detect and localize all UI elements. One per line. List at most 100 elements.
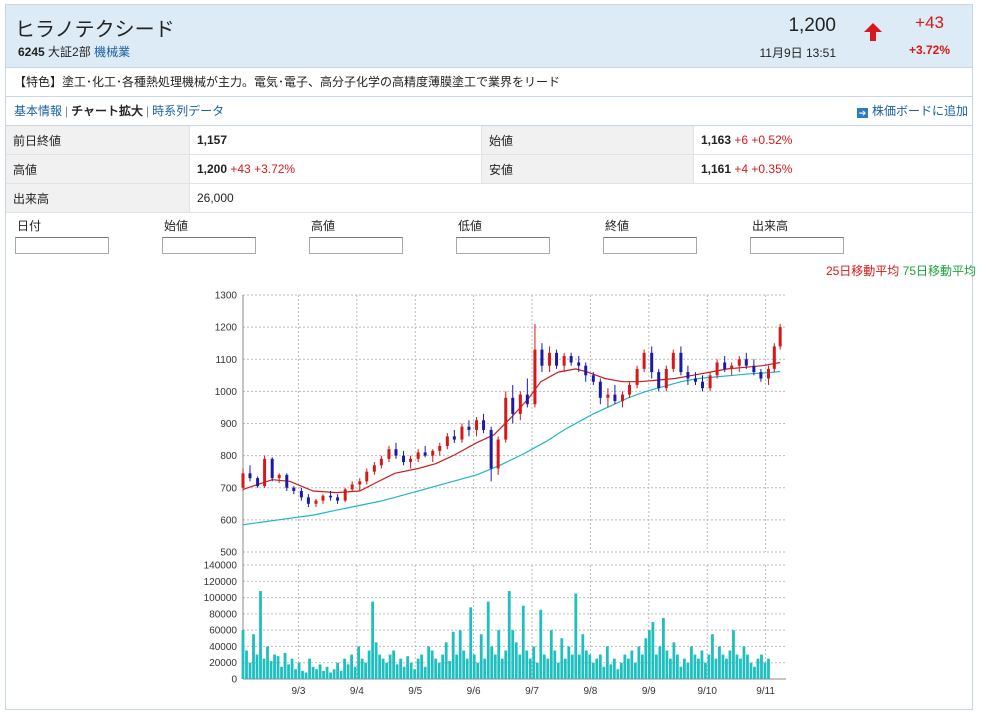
volume-bar — [301, 670, 304, 679]
volume-bar — [753, 666, 756, 679]
volume-bar — [626, 658, 630, 679]
candle-body — [416, 452, 420, 459]
volume-bar — [374, 642, 378, 679]
volume-bar — [280, 666, 283, 679]
candle-body — [256, 478, 260, 487]
volume-bar — [504, 650, 508, 679]
candle-body — [759, 372, 763, 379]
volume-bar — [616, 669, 620, 679]
volume-bar — [427, 646, 431, 679]
volume-bar — [767, 658, 770, 679]
candle-body — [270, 458, 274, 479]
candle-body — [533, 349, 537, 405]
volume-bar — [294, 669, 297, 679]
volume-bar — [602, 666, 606, 679]
candle-body — [423, 452, 427, 456]
candle-body — [467, 426, 471, 430]
volume-bar — [486, 601, 490, 679]
volume-tick-label: 60000 — [209, 626, 237, 637]
candle-body — [723, 362, 727, 369]
candle-body — [569, 356, 573, 363]
candle-body — [650, 352, 654, 373]
candle-body — [730, 365, 734, 369]
volume-bar — [357, 646, 361, 679]
volume-tick-label: 20000 — [209, 658, 237, 669]
candle-body — [336, 497, 340, 501]
volume-bar — [563, 658, 567, 679]
volume-bar — [591, 662, 595, 679]
volume-bar — [647, 630, 651, 679]
volume-tick-label: 140000 — [204, 561, 238, 572]
volume-bar — [336, 662, 339, 679]
volume-tick-label: 120000 — [204, 577, 238, 588]
volume-bar — [476, 662, 480, 679]
volume-bar — [668, 658, 672, 679]
volume-bar — [630, 650, 634, 679]
candle-body — [778, 327, 782, 347]
candle-body — [306, 497, 310, 504]
volume-bar — [525, 650, 529, 679]
candle-body — [409, 458, 413, 463]
volume-bar — [465, 658, 469, 679]
price-tick-label: 700 — [220, 483, 237, 494]
candle-body — [555, 352, 559, 366]
volume-bar — [500, 658, 504, 679]
volume-bar — [654, 654, 658, 679]
candle-body — [285, 474, 289, 488]
volume-bar — [763, 662, 767, 679]
candle-body — [504, 397, 508, 440]
volume-bar — [686, 662, 690, 679]
candle-body — [635, 368, 639, 385]
volume-bar — [679, 666, 683, 679]
candle-body — [606, 394, 610, 398]
volume-bar — [661, 617, 665, 679]
volume-bar — [619, 662, 623, 679]
candle-body — [482, 420, 486, 430]
volume-bar — [595, 658, 599, 679]
candle-body — [445, 436, 449, 446]
candle-body — [664, 368, 668, 389]
volume-bar — [406, 656, 410, 679]
volume-bar — [409, 662, 413, 679]
volume-bar — [332, 669, 336, 679]
volume-bar — [287, 664, 290, 679]
volume-bar — [514, 642, 518, 679]
candle-body — [548, 352, 552, 366]
volume-bar — [329, 672, 332, 679]
candle-body — [525, 394, 529, 405]
volume-bar — [721, 654, 725, 679]
volume-bar — [493, 654, 497, 679]
volume-bar — [542, 654, 546, 679]
volume-bar — [507, 591, 511, 679]
candle-body — [737, 359, 741, 366]
candle-body — [642, 352, 646, 369]
volume-bar — [697, 658, 700, 679]
candle-body — [511, 397, 515, 414]
ma75-line — [242, 370, 781, 526]
candle-body — [314, 500, 318, 504]
volume-bar — [462, 650, 466, 679]
candle-body — [394, 449, 398, 456]
volume-bar — [714, 658, 718, 679]
volume-bar — [364, 662, 368, 679]
volume-bar — [693, 654, 697, 679]
volume-bar — [315, 669, 318, 679]
volume-bar — [479, 634, 483, 679]
volume-bar — [633, 662, 637, 679]
volume-bar — [658, 646, 662, 679]
volume-bar — [725, 658, 728, 679]
volume-bar — [441, 654, 445, 679]
volume-bar — [269, 661, 273, 679]
candle-body — [694, 378, 697, 382]
volume-bar — [644, 638, 648, 679]
volume-bar — [346, 664, 350, 679]
volume-bar — [567, 646, 571, 679]
candle-body — [621, 394, 625, 402]
candle-body — [438, 445, 442, 451]
candle-body — [321, 495, 325, 501]
volume-bar — [676, 654, 679, 679]
candle-body — [402, 455, 406, 463]
x-tick-label: 9/3 — [292, 686, 306, 697]
ma25-line — [242, 361, 781, 494]
volume-bar — [756, 658, 760, 679]
